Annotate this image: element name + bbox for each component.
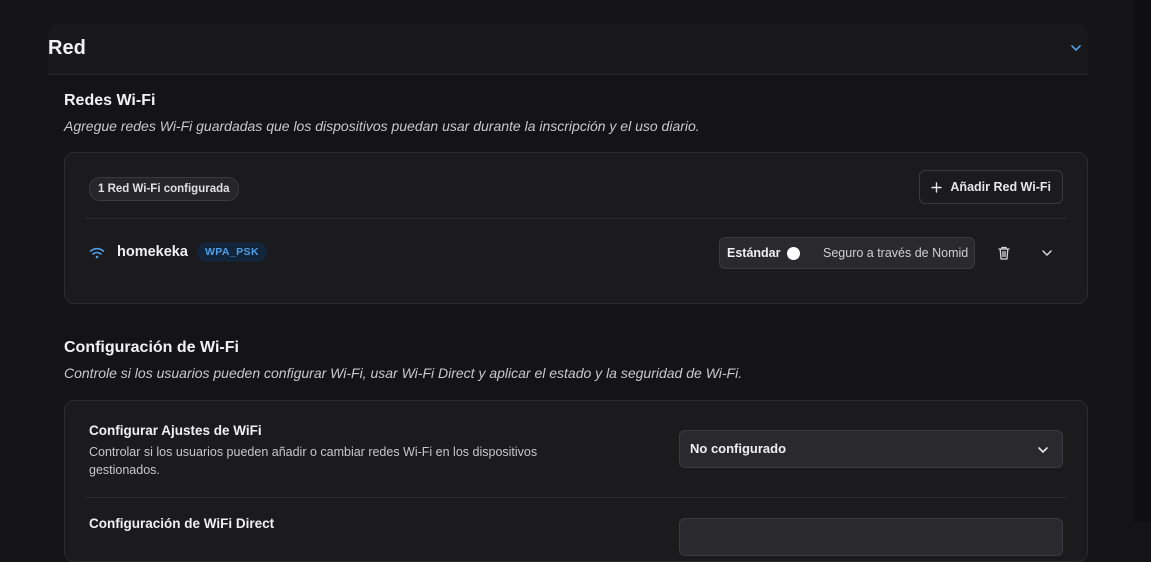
mode-secure-label[interactable]: Seguro a través de Nomid (823, 246, 968, 260)
wifi-networks-card: 1 Red Wi-Fi configurada Añadir Red Wi-Fi… (64, 152, 1088, 304)
select-value: No configurado (690, 441, 787, 456)
collapse-button[interactable] (1066, 38, 1086, 58)
security-badge: WPA_PSK (197, 242, 267, 262)
add-wifi-button[interactable]: Añadir Red Wi-Fi (919, 170, 1063, 204)
network-section: Red Redes Wi-Fi Agregue redes Wi-Fi guar… (48, 24, 1088, 562)
chevron-down-icon (1038, 447, 1048, 454)
wifi-config-description: Controle si los usuarios pueden configur… (64, 365, 743, 381)
setting-title: Configurar Ajustes de WiFi (89, 423, 262, 438)
wifi-icon (89, 247, 105, 259)
setting-description: Controlar si los usuarios pueden añadir … (89, 445, 538, 477)
card-divider (85, 218, 1067, 219)
chevron-down-icon[interactable] (1039, 245, 1055, 261)
add-wifi-label: Añadir Red Wi-Fi (950, 180, 1051, 194)
wifi-networks-title: Redes Wi-Fi (64, 92, 156, 109)
network-row[interactable]: homekeka WPA_PSK Estándar Seguro a travé… (89, 237, 1063, 271)
chevron-up-icon (1071, 45, 1081, 52)
section-header[interactable]: Red (48, 24, 1088, 75)
plus-icon (931, 181, 943, 193)
wifi-config-card: Configurar Ajustes de WiFi Controlar si … (64, 400, 1088, 562)
wifi-config-title: Configuración de Wi-Fi (64, 339, 239, 356)
wifi-direct-title: Configuración de WiFi Direct (89, 516, 275, 531)
wifi-networks-description: Agregue redes Wi-Fi guardadas que los di… (64, 118, 700, 134)
network-name: homekeka (117, 244, 188, 260)
network-count-badge: 1 Red Wi-Fi configurada (89, 177, 239, 201)
section-title: Red (48, 37, 86, 59)
setting-divider (85, 497, 1067, 498)
wifi-settings-select[interactable]: No configurado (679, 430, 1063, 468)
scrollbar-track[interactable] (1134, 0, 1151, 522)
wifi-direct-select[interactable] (679, 518, 1063, 556)
trash-icon[interactable] (996, 245, 1012, 261)
toggle-knob[interactable] (787, 247, 800, 260)
mode-standard-label[interactable]: Estándar (727, 246, 781, 260)
network-mode-toggle[interactable]: Estándar Seguro a través de Nomid (719, 237, 975, 269)
